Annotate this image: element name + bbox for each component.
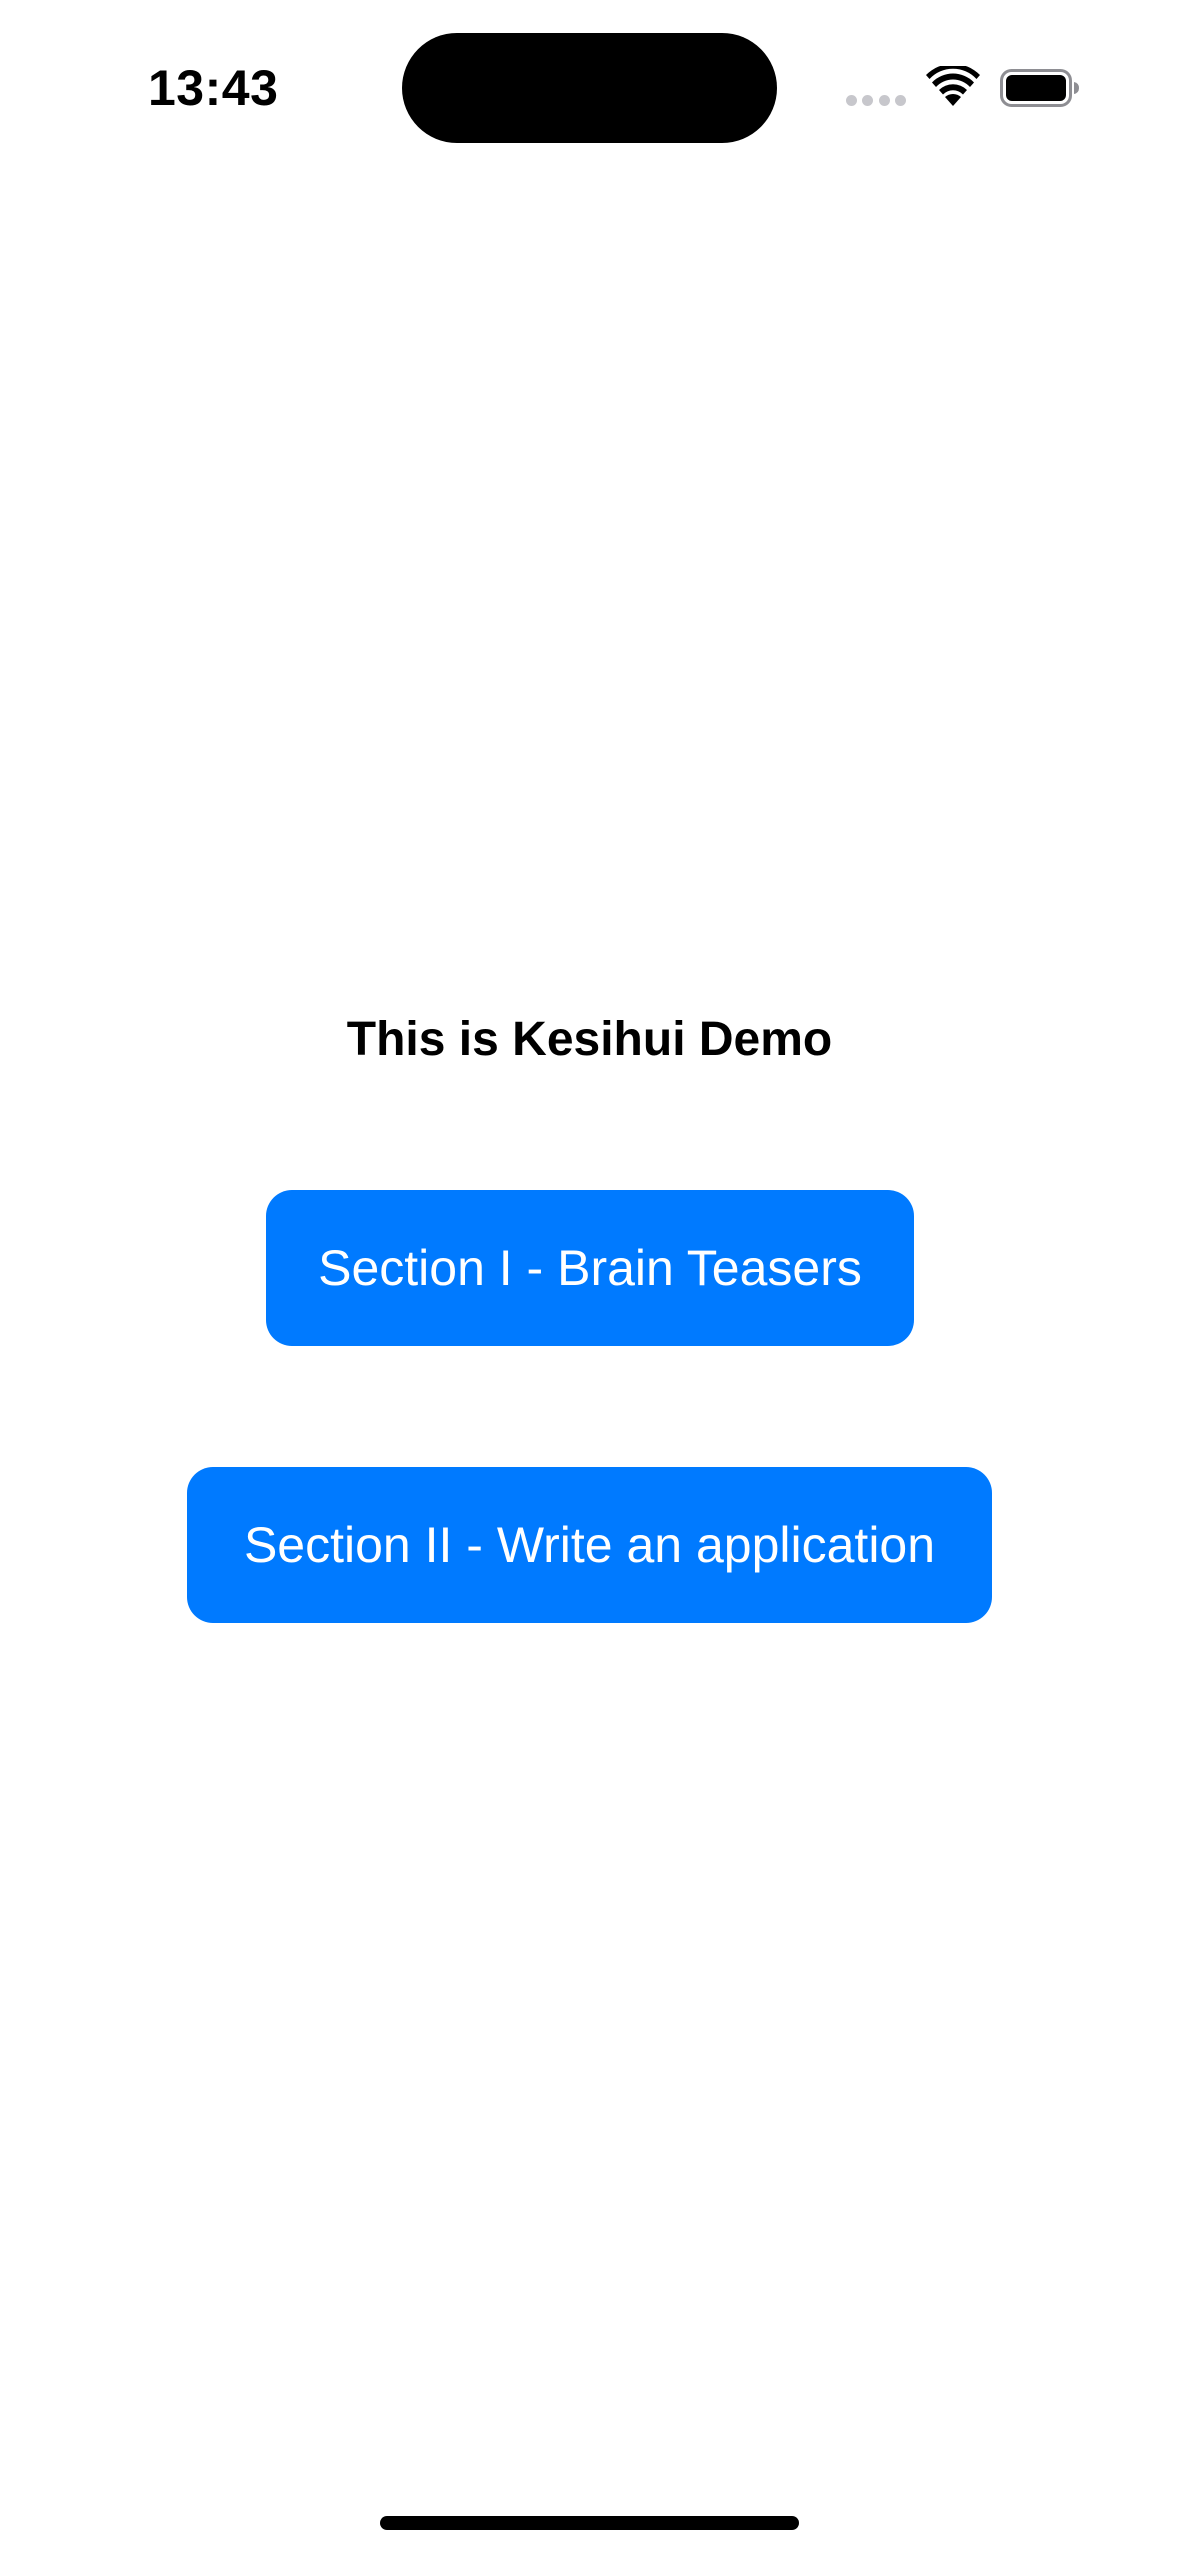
page-title: This is Kesihui Demo (346, 1013, 833, 1066)
battery-icon (1000, 69, 1079, 107)
cellular-signal-icon (846, 95, 906, 109)
section-1-button[interactable]: Section I - Brain Teasers (266, 1190, 914, 1346)
wifi-icon (926, 66, 980, 106)
dynamic-island (402, 33, 777, 143)
home-indicator[interactable] (380, 2516, 799, 2530)
status-time: 13:43 (148, 60, 279, 116)
section-2-button[interactable]: Section II - Write an application (187, 1467, 992, 1623)
